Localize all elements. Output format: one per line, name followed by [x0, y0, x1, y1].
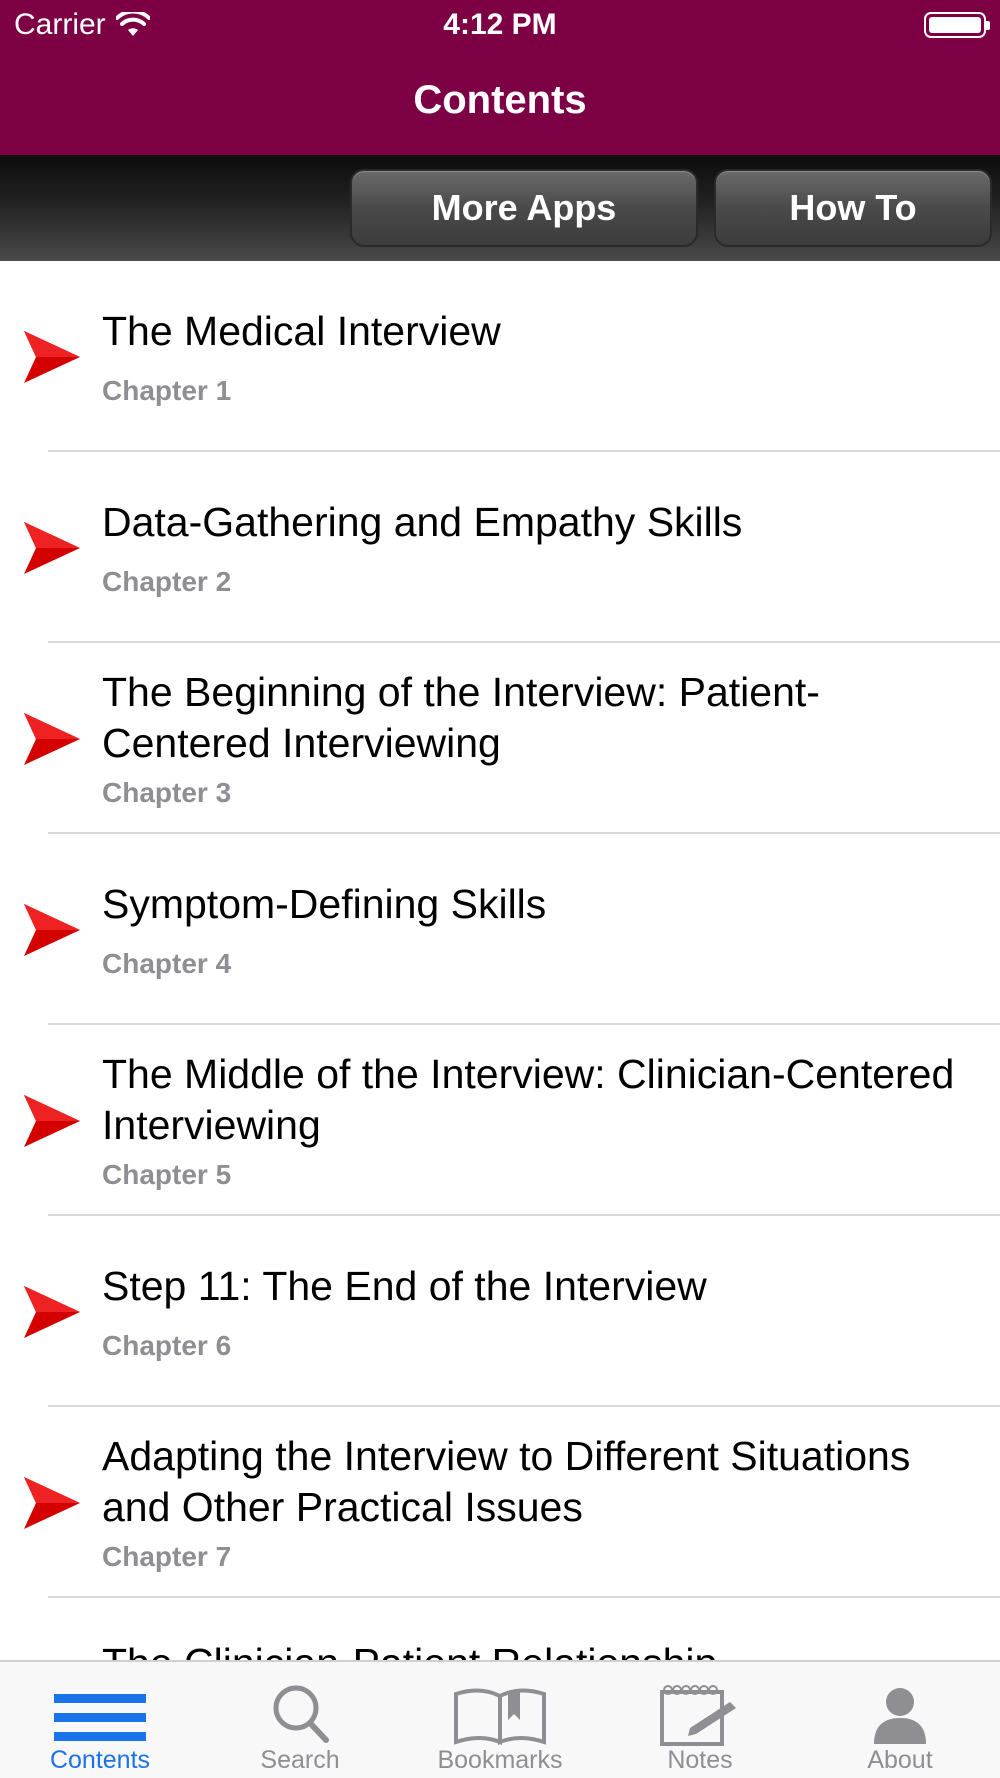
status-bar: Carrier 4:12 PM: [0, 0, 1000, 50]
battery-icon: [924, 12, 990, 38]
tab-label: About: [867, 1746, 933, 1774]
chapter-number: Chapter 5: [102, 1159, 232, 1190]
tab-label: Bookmarks: [437, 1746, 563, 1774]
chapter-title: The Beginning of the Interview: Patient-…: [102, 669, 820, 766]
chapter-list: The Medical Interview Chapter 1 Data-Gat…: [0, 261, 1000, 1660]
chapter-number: Chapter 7: [102, 1541, 232, 1572]
toolbar: More Apps How To: [0, 155, 1000, 261]
chevron-arrow-icon: [24, 1286, 80, 1338]
chapter-number: Chapter 1: [102, 374, 232, 406]
status-time: 4:12 PM: [443, 8, 557, 41]
more-apps-button[interactable]: More Apps: [350, 169, 698, 247]
tab-label: Search: [260, 1746, 340, 1774]
chevron-arrow-icon: [24, 904, 80, 956]
list-icon: [54, 1694, 146, 1741]
navigation-bar: Carrier 4:12 PM Contents: [0, 0, 1000, 155]
chapter-title: The Clinician-Patient Relationship: [102, 1638, 980, 1660]
chapter-number: Chapter 2: [102, 565, 232, 597]
how-to-button[interactable]: How To: [714, 169, 992, 247]
chapter-row[interactable]: The Middle of the Interview: Clinician-C…: [0, 1025, 1000, 1216]
chapter-title: The Middle of the Interview: Clinician-C…: [102, 1051, 955, 1148]
chapter-row[interactable]: Symptom-Defining Skills Chapter 4: [0, 834, 1000, 1025]
page-title: Contents: [413, 78, 587, 122]
chapter-title: Adapting the Interview to Different Situ…: [102, 1433, 911, 1530]
chevron-arrow-icon: [24, 1095, 80, 1147]
tab-bar: Contents Search Bookmarks Notes About: [0, 1660, 1000, 1778]
chapter-title: Symptom-Defining Skills: [102, 880, 547, 927]
chapter-number: Chapter 4: [102, 947, 232, 979]
notepad-icon: [660, 1685, 736, 1746]
chapter-row[interactable]: The Clinician-Patient Relationship: [0, 1598, 1000, 1660]
chapter-row[interactable]: The Medical Interview Chapter 1: [0, 261, 1000, 452]
tab-contents[interactable]: Contents: [0, 1662, 200, 1778]
tab-about[interactable]: About: [800, 1662, 1000, 1778]
tab-label: Contents: [49, 1746, 151, 1774]
chevron-arrow-icon: [24, 522, 80, 574]
chapter-title: Data-Gathering and Empathy Skills: [102, 498, 743, 545]
tab-search[interactable]: Search: [200, 1662, 400, 1778]
chapter-number: Chapter 6: [102, 1329, 232, 1361]
tab-label: Notes: [667, 1746, 733, 1774]
chapter-row[interactable]: Adapting the Interview to Different Situ…: [0, 1407, 1000, 1598]
chevron-arrow-icon: [24, 713, 80, 765]
tab-notes[interactable]: Notes: [600, 1662, 800, 1778]
tab-bookmarks[interactable]: Bookmarks: [400, 1662, 600, 1778]
chapter-row[interactable]: Step 11: The End of the Interview Chapte…: [0, 1216, 1000, 1407]
chevron-arrow-icon: [24, 1477, 80, 1529]
chevron-arrow-icon: [24, 331, 80, 383]
chapter-title: The Medical Interview: [102, 307, 501, 354]
chapter-title: Step 11: The End of the Interview: [102, 1262, 707, 1309]
chapter-number: Chapter 3: [102, 777, 232, 808]
chapter-row[interactable]: The Beginning of the Interview: Patient-…: [0, 643, 1000, 834]
book-icon: [454, 1688, 546, 1745]
chapter-row[interactable]: Data-Gathering and Empathy Skills Chapte…: [0, 452, 1000, 643]
person-icon: [874, 1688, 926, 1744]
search-icon: [273, 1685, 329, 1743]
